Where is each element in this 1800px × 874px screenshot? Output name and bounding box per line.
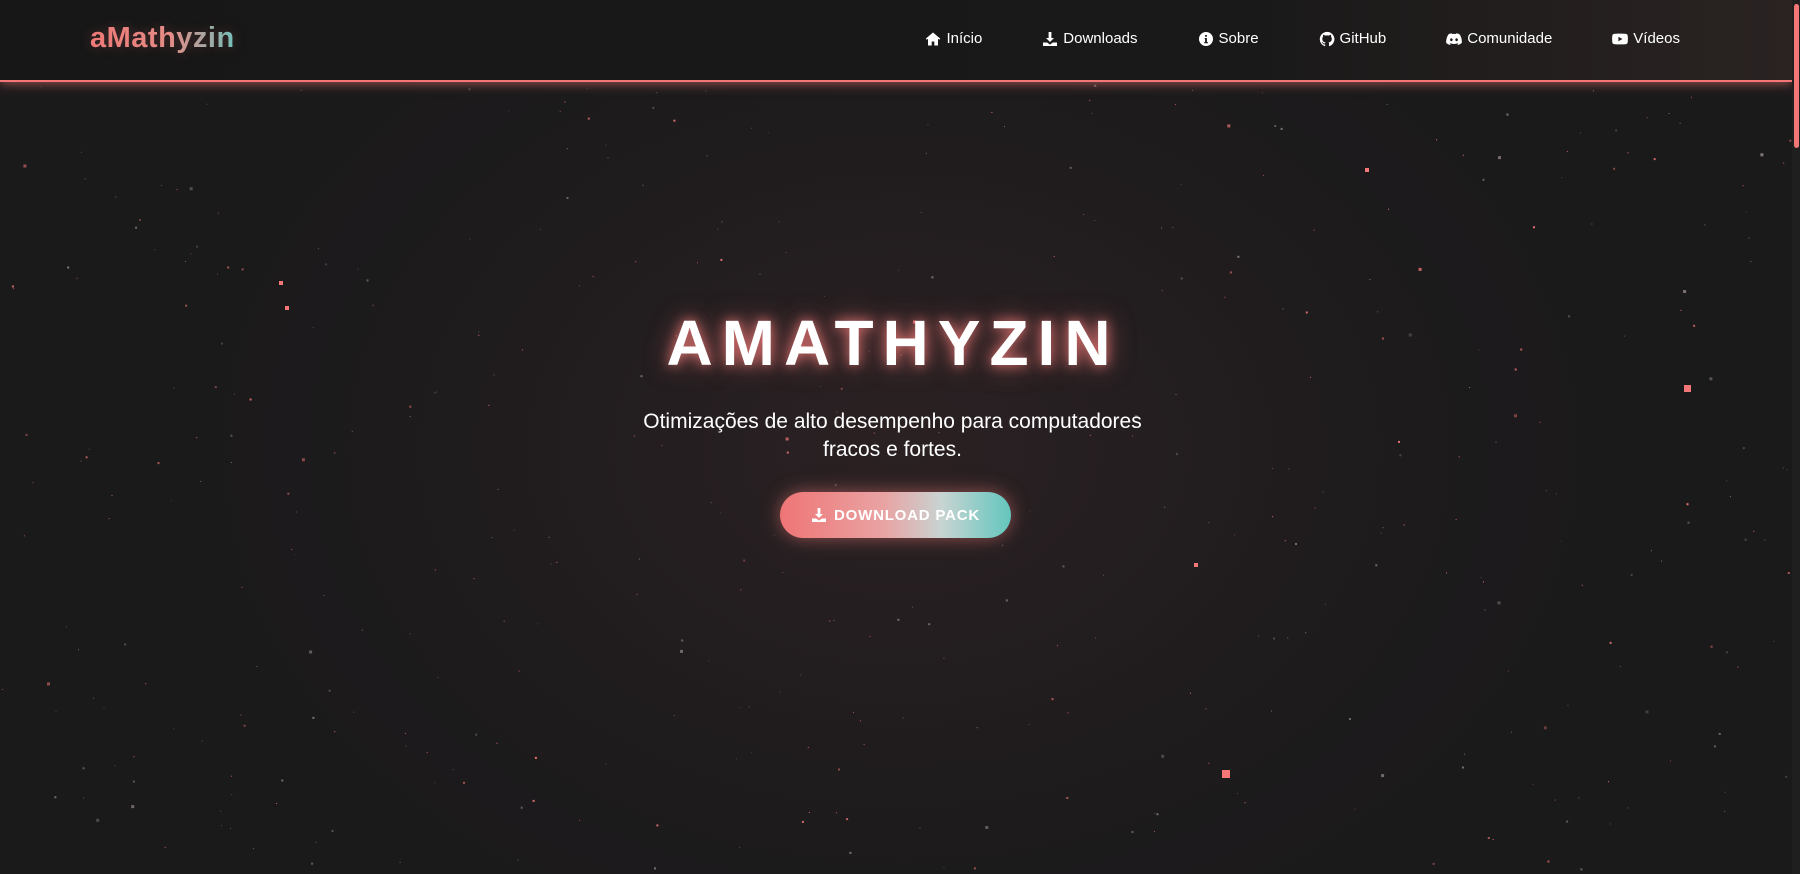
nav-item-label: Início [946, 30, 983, 47]
nav-item-github[interactable]: GitHub [1319, 30, 1387, 47]
hero-subtitle: Otimizações de alto desempenho para comp… [643, 410, 1142, 461]
nav-item-downloads[interactable]: Downloads [1042, 30, 1138, 47]
nav-item-label: Downloads [1063, 30, 1138, 47]
youtube-icon [1612, 33, 1629, 44]
download-icon [1043, 31, 1058, 46]
hero-section: AMATHYZIN Otimizações de alto desempenho… [0, 0, 1800, 874]
nav-item-label: GitHub [1339, 30, 1387, 47]
site-logo[interactable]: aMathyzin [90, 22, 235, 55]
github-icon [1319, 31, 1334, 46]
main-nav: Início Downloads Sobre GitHub Comunidade… [865, 30, 1680, 47]
info-icon [1198, 31, 1213, 46]
download-icon [812, 508, 827, 522]
page: aMathyzin Início Downloads Sobre GitHub … [0, 0, 1800, 874]
nav-item-comunidade[interactable]: Comunidade [1446, 30, 1552, 47]
discord-icon [1446, 32, 1463, 45]
hero-title: AMATHYZIN [666, 307, 1120, 379]
nav-item-label: Sobre [1218, 30, 1259, 47]
nav-item-label: Vídeos [1633, 30, 1680, 47]
download-pack-button[interactable]: DOWNLOAD PACK [780, 492, 1011, 538]
home-icon [926, 32, 941, 45]
scrollbar-thumb[interactable] [1794, 4, 1799, 148]
top-navbar: aMathyzin Início Downloads Sobre GitHub … [0, 0, 1792, 82]
download-pack-label: DOWNLOAD PACK [834, 506, 980, 524]
scrollbar[interactable] [1792, 0, 1800, 874]
nav-item-sobre[interactable]: Sobre [1198, 30, 1259, 47]
nav-item-videos[interactable]: Vídeos [1612, 30, 1680, 47]
nav-item-inicio[interactable]: Início [925, 30, 982, 47]
nav-item-label: Comunidade [1467, 30, 1553, 47]
